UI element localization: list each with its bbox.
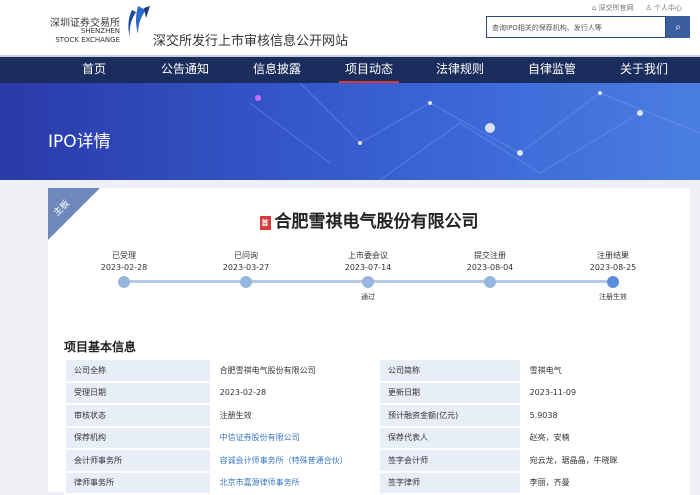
- nav-about[interactable]: 关于我们: [614, 57, 674, 83]
- step-label: 已问询: [234, 251, 258, 260]
- field-label: 签字律师: [378, 470, 522, 495]
- company-name: 合肥雪祺电气股份有限公司: [274, 212, 479, 232]
- field-value: 2023-02-28: [209, 380, 381, 405]
- field-value: 合肥雪祺电气股份有限公司: [209, 358, 381, 383]
- table-row: 审核状态 注册生效 预计融资金额(亿元) 5.9038: [64, 403, 691, 428]
- field-value: 李丽，齐曼: [519, 470, 691, 495]
- logo-en-2: STOCK EXCHANGE: [55, 36, 120, 44]
- search-input[interactable]: 查询IPO相关的保荐机构、发行人等: [486, 16, 666, 38]
- company-title: 首合肥雪祺电气股份有限公司: [48, 207, 690, 232]
- step-date: 2023-03-27: [222, 263, 270, 272]
- step-dot: [240, 276, 252, 288]
- field-value: 5.9038: [519, 403, 691, 428]
- table-row: 公司全称 合肥雪祺电气股份有限公司 公司简称 雪祺电气: [64, 358, 691, 383]
- table-row: 会计师事务所 容诚会计师事务所（特殊普通合伙） 签字会计师 宛云龙，琚晶晶，牛晓眯: [64, 448, 691, 473]
- szse-logo-icon: [128, 6, 150, 38]
- step-label: 已受理: [112, 251, 136, 260]
- search-icon: ⌕: [675, 21, 681, 33]
- accounting-firm-link[interactable]: 容诚会计师事务所（特殊普通合伙）: [220, 456, 348, 465]
- user-center-label: 个人中心: [654, 4, 682, 12]
- field-value: 雪祺电气: [519, 358, 691, 383]
- law-firm-link[interactable]: 北京市嘉源律师事务所: [220, 478, 300, 487]
- szse-home-label: 深交所官网: [598, 4, 634, 12]
- basic-info-table: 公司全称 合肥雪祺电气股份有限公司 公司简称 雪祺电气 受理日期 2023-02-28 更…: [64, 358, 691, 495]
- logo-en-1: SHENZHEN: [80, 27, 120, 35]
- user-center-link[interactable]: ♙ 个人中心: [645, 3, 682, 13]
- field-label: 签字会计师: [378, 448, 522, 473]
- nav-projects[interactable]: 项目动态: [339, 57, 399, 83]
- step-date: 2023-02-28: [100, 263, 148, 272]
- field-label: 律师事务所: [64, 470, 212, 495]
- sponsor-link[interactable]: 中信证券股份有限公司: [220, 433, 300, 442]
- header: 深圳证券交易所 SHENZHEN STOCK EXCHANGE 深交所发行上市审核…: [0, 0, 700, 55]
- step-label: 注册结果: [597, 251, 629, 260]
- table-row: 受理日期 2023-02-28 更新日期 2023-11-09: [64, 380, 691, 405]
- field-value: 2023-11-09: [519, 380, 691, 405]
- step-dot: [484, 276, 496, 288]
- field-label: 会计师事务所: [64, 448, 212, 473]
- szse-home-link[interactable]: ⌂ 深交所官网: [592, 3, 634, 13]
- field-value: 宛云龙，琚晶晶，牛晓眯: [519, 448, 691, 473]
- site-title: 深交所发行上市审核信息公开网站: [153, 34, 349, 49]
- step-date: 2023-08-25: [589, 263, 637, 272]
- field-label: 更新日期: [378, 380, 522, 405]
- field-value: 注册生效: [209, 403, 381, 428]
- step-date: 2023-08-04: [466, 263, 514, 272]
- first-issue-badge: 首: [259, 216, 271, 230]
- section-title: 项目基本信息: [64, 340, 137, 354]
- step-dot-current: [607, 276, 619, 288]
- field-label: 受理日期: [64, 380, 212, 405]
- step-note: 注册生效: [599, 293, 627, 301]
- banner: IPO详情: [0, 83, 700, 180]
- nav-disclosure[interactable]: 信息披露: [247, 57, 307, 83]
- field-label: 保荐代表人: [378, 425, 522, 450]
- field-label: 公司简称: [378, 358, 522, 383]
- top-links: ⌂ 深交所官网 ♙ 个人中心: [592, 3, 682, 13]
- field-label: 保荐机构: [64, 425, 212, 450]
- field-value: 赵亮，安楠: [519, 425, 691, 450]
- nav-rules[interactable]: 法律规则: [430, 57, 490, 83]
- nav-notices[interactable]: 公告通知: [155, 57, 215, 83]
- logo-text-en: SHENZHEN STOCK EXCHANGE: [50, 27, 120, 45]
- main-nav: 首页 公告通知 信息披露 项目动态 法律规则 自律监管 关于我们: [0, 55, 700, 83]
- field-label: 预计融资金额(亿元): [378, 403, 522, 428]
- nav-home[interactable]: 首页: [64, 57, 124, 83]
- step-label: 上市委会议: [348, 251, 388, 260]
- field-label: 公司全称: [64, 358, 212, 383]
- step-label: 提交注册: [474, 251, 506, 260]
- table-row: 保荐机构 中信证券股份有限公司 保荐代表人 赵亮，安楠: [64, 425, 691, 450]
- field-label: 审核状态: [64, 403, 212, 428]
- page-heading: IPO详情: [48, 132, 111, 152]
- table-row: 律师事务所 北京市嘉源律师事务所 签字律师 李丽，齐曼: [64, 470, 691, 495]
- step-dot: [362, 276, 374, 288]
- user-icon: ♙: [645, 4, 654, 12]
- nav-supervision[interactable]: 自律监管: [522, 57, 582, 83]
- ipo-detail-card: 主板 首合肥雪祺电气股份有限公司 已受理 2023-02-28 已问询 2023-0…: [48, 188, 691, 495]
- step-date: 2023-07-14: [344, 263, 392, 272]
- step-dot: [118, 276, 130, 288]
- step-note: 通过: [361, 293, 375, 301]
- search-button[interactable]: ⌕: [666, 16, 690, 38]
